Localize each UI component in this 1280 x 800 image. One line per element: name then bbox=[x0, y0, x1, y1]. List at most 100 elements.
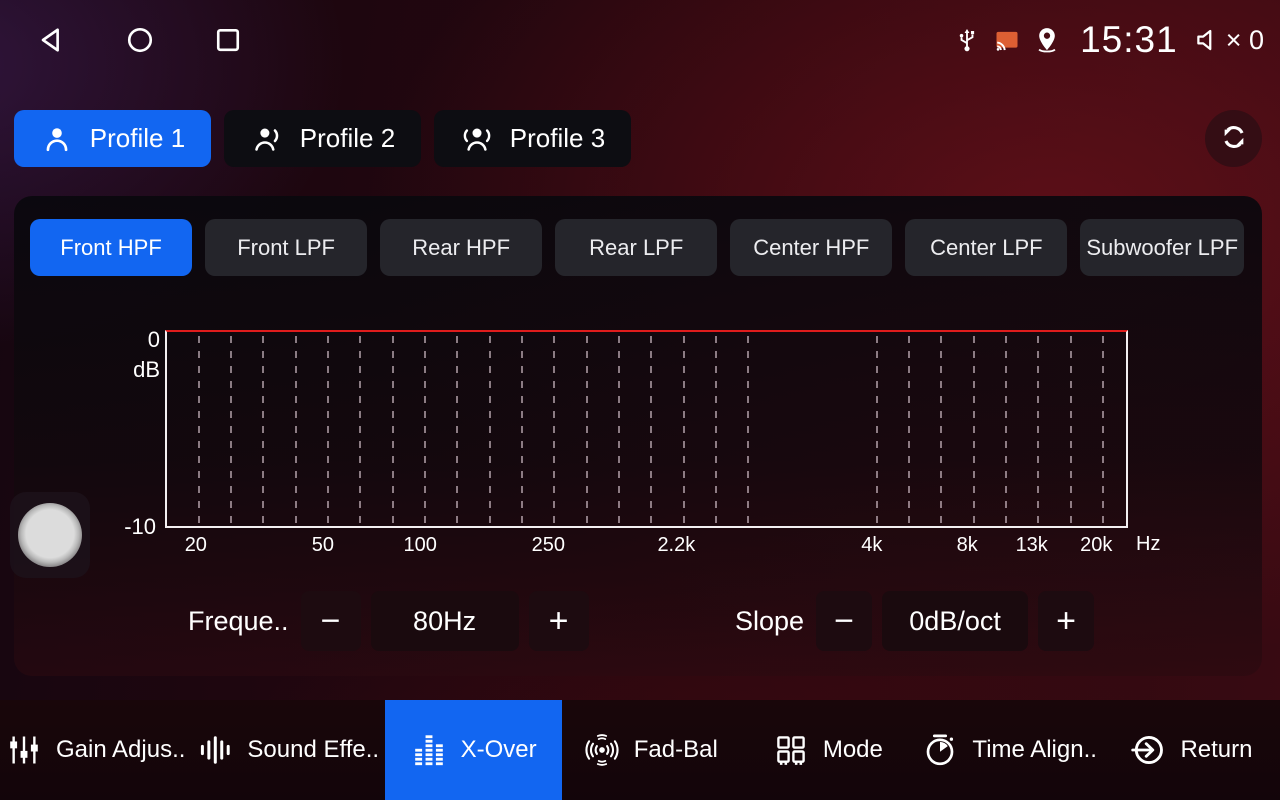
chart-gridline bbox=[1037, 336, 1039, 524]
chart-gridline bbox=[424, 336, 426, 524]
usb-icon bbox=[952, 25, 982, 55]
person-wave2-icon bbox=[460, 122, 494, 156]
frequency-control: Freque.. − 80Hz + bbox=[188, 591, 589, 651]
slope-label: Slope bbox=[735, 606, 804, 637]
chart-gridline bbox=[521, 336, 523, 524]
y-axis-top-label: 0 bbox=[112, 327, 160, 353]
y-axis-bottom-label: -10 bbox=[108, 514, 156, 540]
chart-gridline bbox=[1005, 336, 1007, 524]
clock-time: 15:31 bbox=[1080, 19, 1178, 61]
chart-gridline bbox=[327, 336, 329, 524]
location-icon bbox=[1032, 25, 1062, 55]
bottom-nav-label: Time Align.. bbox=[972, 736, 1097, 764]
filter-tab-center-hpf[interactable]: Center HPF bbox=[730, 219, 892, 276]
chart-gridline bbox=[1102, 336, 1104, 524]
chart-gridline bbox=[456, 336, 458, 524]
chart-gridline bbox=[1070, 336, 1072, 524]
bottom-nav-label: Sound Effe.. bbox=[247, 736, 379, 764]
bottom-nav-sound-effe[interactable]: Sound Effe.. bbox=[191, 700, 385, 800]
frequency-response-chart[interactable] bbox=[165, 330, 1128, 528]
filter-tab-rear-lpf[interactable]: Rear LPF bbox=[555, 219, 717, 276]
bottom-nav-label: Return bbox=[1180, 736, 1252, 764]
chart-gridline bbox=[650, 336, 652, 524]
profile-tab-label: Profile 1 bbox=[90, 123, 185, 154]
bottom-nav-time-align[interactable]: Time Align.. bbox=[916, 700, 1103, 800]
volume-knob-button[interactable] bbox=[10, 492, 90, 578]
chart-gridline bbox=[973, 336, 975, 524]
profile-tab-label: Profile 3 bbox=[510, 123, 605, 154]
status-bar-right: 15:31 × 0 bbox=[952, 14, 1264, 66]
volume-level: × 0 bbox=[1226, 25, 1264, 56]
profile-tab-2[interactable]: Profile 2 bbox=[224, 110, 421, 167]
sync-button[interactable] bbox=[1205, 110, 1262, 167]
filter-tab-subwoofer-lpf[interactable]: Subwoofer LPF bbox=[1080, 219, 1244, 276]
filter-channel-tabs: Front HPFFront LPFRear HPFRear LPFCenter… bbox=[30, 219, 1244, 276]
x-tick-20: 20 bbox=[185, 534, 207, 557]
bottom-nav-mode[interactable]: Mode bbox=[739, 700, 916, 800]
bottom-nav-x-over[interactable]: X-Over bbox=[385, 700, 562, 800]
person-wave-icon bbox=[250, 122, 284, 156]
chart-gridline bbox=[198, 336, 200, 524]
bottom-nav-return[interactable]: Return bbox=[1103, 700, 1280, 800]
x-tick-4k: 4k bbox=[861, 534, 882, 557]
filter-tab-center-lpf[interactable]: Center LPF bbox=[905, 219, 1067, 276]
volume-muted-icon bbox=[1194, 25, 1224, 55]
profile-tab-label: Profile 2 bbox=[300, 123, 395, 154]
chart-gridline bbox=[940, 336, 942, 524]
chart-gridline bbox=[586, 336, 588, 524]
chart-gridline bbox=[230, 336, 232, 524]
filter-tab-front-hpf[interactable]: Front HPF bbox=[30, 219, 192, 276]
bottom-nav-label: Fad-Bal bbox=[634, 736, 718, 764]
knob-icon bbox=[18, 503, 82, 567]
chart-gridline bbox=[683, 336, 685, 524]
back-icon[interactable] bbox=[36, 24, 68, 56]
chart-gridline bbox=[359, 336, 361, 524]
x-axis-unit-label: Hz bbox=[1136, 533, 1160, 556]
chart-gridline bbox=[876, 336, 878, 524]
sound-wave-icon bbox=[197, 732, 233, 768]
x-tick-8k: 8k bbox=[957, 534, 978, 557]
timer-icon bbox=[922, 732, 958, 768]
slope-value: 0dB/oct bbox=[882, 591, 1028, 651]
android-nav-bar bbox=[36, 20, 244, 60]
chart-gridline bbox=[489, 336, 491, 524]
chart-gridline bbox=[295, 336, 297, 524]
filter-tab-rear-hpf[interactable]: Rear HPF bbox=[380, 219, 542, 276]
home-icon[interactable] bbox=[124, 24, 156, 56]
profile-tab-1[interactable]: Profile 1 bbox=[14, 110, 211, 167]
slope-increase-button[interactable]: + bbox=[1038, 591, 1094, 651]
chart-gridline bbox=[392, 336, 394, 524]
x-tick-2-2k: 2.2k bbox=[657, 534, 695, 557]
x-tick-13k: 13k bbox=[1016, 534, 1048, 557]
cast-icon bbox=[992, 25, 1022, 55]
slope-decrease-button[interactable]: − bbox=[816, 591, 872, 651]
filter-tab-front-lpf[interactable]: Front LPF bbox=[205, 219, 367, 276]
frequency-decrease-button[interactable]: − bbox=[301, 591, 361, 651]
chart-gridline bbox=[262, 336, 264, 524]
mode-grid-icon bbox=[773, 732, 809, 768]
person-icon bbox=[40, 122, 74, 156]
sync-icon bbox=[1217, 120, 1251, 157]
bottom-nav-fad-bal[interactable]: Fad-Bal bbox=[562, 700, 739, 800]
x-tick-250: 250 bbox=[532, 534, 565, 557]
frequency-increase-button[interactable]: + bbox=[529, 591, 589, 651]
xover-settings-screen: 15:31 × 0 Profile 1 Profile 2 Profile 3 Fr… bbox=[0, 0, 1280, 800]
status-bar: 15:31 × 0 bbox=[0, 0, 1280, 80]
y-axis-unit-label: dB bbox=[112, 357, 160, 383]
bottom-nav-label: Gain Adjus.. bbox=[56, 736, 185, 764]
fade-balance-icon bbox=[584, 732, 620, 768]
gain-sliders-icon bbox=[6, 732, 42, 768]
bottom-nav-gain-adjus[interactable]: Gain Adjus.. bbox=[0, 700, 191, 800]
chart-gridline bbox=[618, 336, 620, 524]
return-icon bbox=[1130, 732, 1166, 768]
chart-gridline bbox=[715, 336, 717, 524]
slope-control: Slope − 0dB/oct + bbox=[735, 591, 1094, 651]
recents-icon[interactable] bbox=[212, 24, 244, 56]
bottom-nav-label: Mode bbox=[823, 736, 883, 764]
chart-gridline bbox=[747, 336, 749, 524]
frequency-value: 80Hz bbox=[371, 591, 519, 651]
chart-gridline bbox=[908, 336, 910, 524]
profile-tab-3[interactable]: Profile 3 bbox=[434, 110, 631, 167]
x-tick-20k: 20k bbox=[1080, 534, 1112, 557]
equalizer-icon bbox=[411, 732, 447, 768]
